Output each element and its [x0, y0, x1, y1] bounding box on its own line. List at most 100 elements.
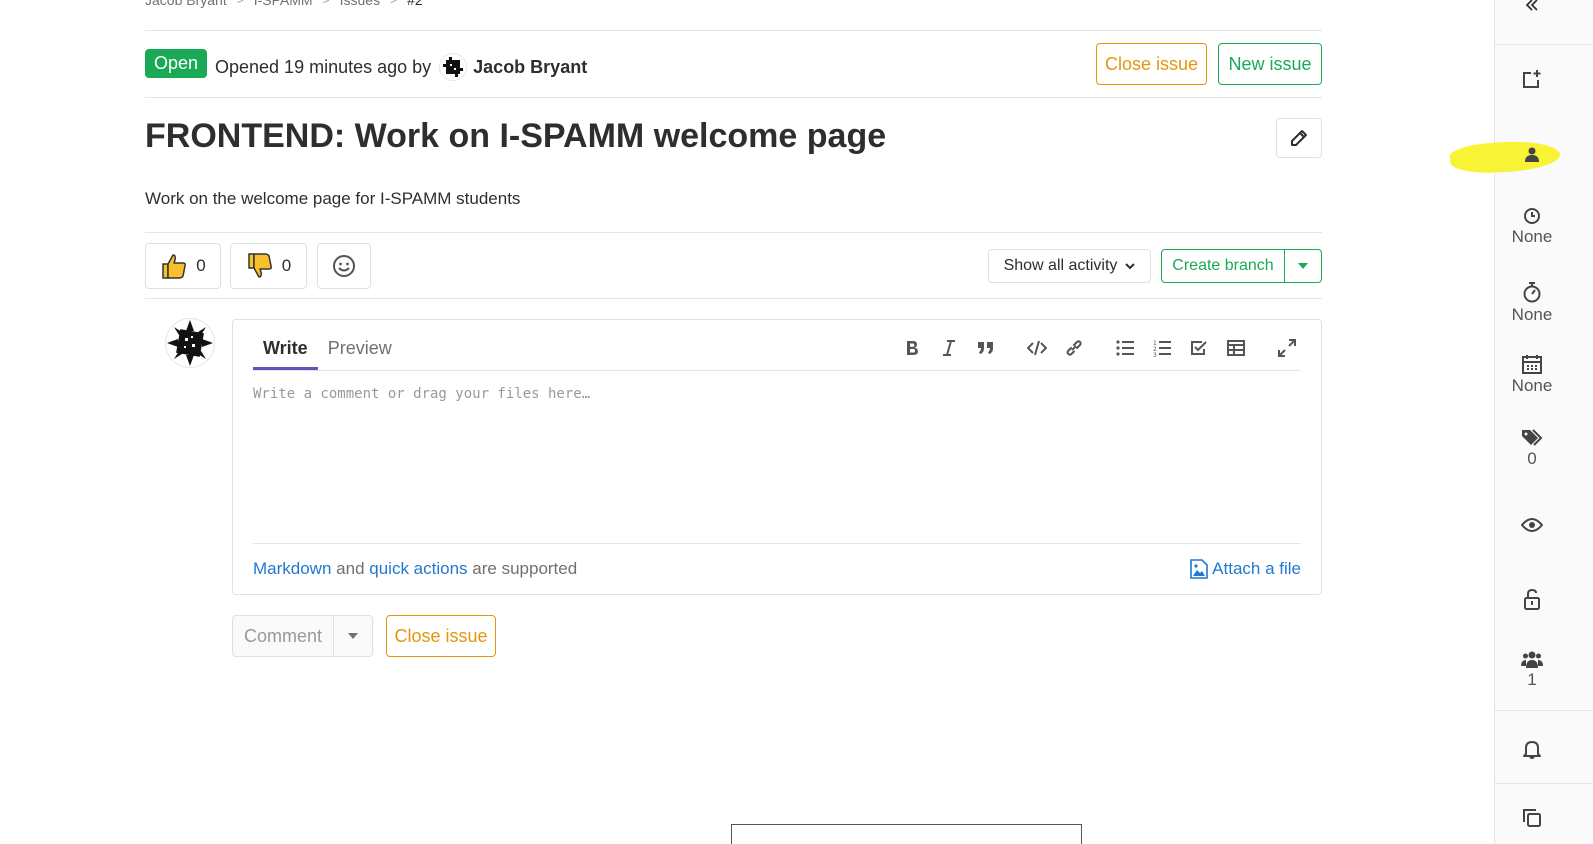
thumbs-down-award[interactable]: 0 — [230, 243, 307, 289]
author-name[interactable]: Jacob Bryant — [473, 57, 587, 78]
fullscreen-icon[interactable] — [1268, 336, 1305, 360]
divider — [1495, 783, 1593, 784]
add-reaction-button[interactable] — [317, 243, 371, 289]
status-badge: Open — [145, 49, 208, 78]
divider — [1495, 44, 1593, 45]
comment-editor: Write Preview 123 Write a comment or dra… — [232, 319, 1322, 595]
divider — [253, 543, 1301, 544]
link-icon[interactable] — [1055, 336, 1092, 360]
attach-file-label: Attach a file — [1212, 559, 1301, 578]
new-issue-button[interactable]: New issue — [1218, 43, 1322, 85]
milestone-item[interactable]: None — [1495, 207, 1569, 247]
eye-icon — [1521, 518, 1543, 532]
thumbs-up-count: 0 — [196, 256, 206, 275]
hint-and: and — [336, 559, 365, 578]
activity-filter-label: Show all activity — [1003, 257, 1118, 274]
chevron-down-icon — [1125, 263, 1136, 270]
divider — [1495, 710, 1593, 711]
comment-button[interactable]: Comment — [233, 616, 334, 656]
table-icon[interactable] — [1217, 336, 1254, 360]
labels-count: 0 — [1527, 449, 1537, 468]
quote-icon[interactable] — [967, 336, 1004, 360]
activity-filter-dropdown[interactable]: Show all activity — [988, 249, 1151, 283]
copy-icon — [1523, 809, 1541, 827]
quick-actions-link[interactable]: quick actions — [369, 559, 467, 578]
code-icon[interactable] — [1018, 336, 1055, 360]
close-issue-button[interactable]: Close issue — [1096, 43, 1207, 85]
breadcrumb-issue-number[interactable]: #2 — [407, 0, 423, 8]
close-issue-bottom-button[interactable]: Close issue — [386, 615, 496, 657]
thumbs-up-icon — [162, 254, 187, 279]
divider — [253, 370, 1301, 371]
breadcrumb: Jacob Bryant > I-SPAMM > Issues > #2 — [145, 0, 423, 8]
italic-icon[interactable] — [930, 336, 967, 360]
bottom-panel-edge — [731, 824, 1082, 844]
thumbs-down-icon — [248, 253, 272, 278]
breadcrumb-issues[interactable]: Issues — [340, 0, 380, 8]
pencil-icon — [1291, 130, 1307, 146]
copy-reference-button[interactable] — [1495, 808, 1569, 828]
numbered-list-icon[interactable]: 123 — [1143, 336, 1180, 360]
markdown-toolbar: 123 — [893, 336, 1305, 360]
milestone-value: None — [1511, 227, 1553, 246]
create-branch-dropdown[interactable] — [1285, 250, 1321, 282]
breadcrumb-project[interactable]: I-SPAMM — [254, 0, 313, 8]
users-icon — [1521, 651, 1543, 668]
divider — [145, 97, 1322, 98]
participants-item[interactable]: 1 — [1495, 650, 1569, 690]
markdown-link[interactable]: Markdown — [253, 559, 331, 578]
bullet-list-icon[interactable] — [1106, 336, 1143, 360]
issue-description: Work on the welcome page for I-SPAMM stu… — [145, 189, 521, 208]
issue-title: FRONTEND: Work on I-SPAMM welcome page — [145, 117, 887, 155]
comment-dropdown[interactable] — [334, 616, 372, 656]
divider — [145, 30, 1322, 31]
comment-split-button[interactable]: Comment — [232, 615, 373, 657]
caret-down-icon — [348, 633, 358, 639]
collapse-sidebar-button[interactable] — [1495, 0, 1569, 12]
edit-title-button[interactable] — [1276, 118, 1322, 158]
labels-item[interactable]: 0 — [1495, 429, 1569, 469]
notifications-toggle[interactable] — [1495, 739, 1569, 759]
current-user-avatar[interactable] — [165, 318, 215, 368]
bell-icon — [1523, 741, 1541, 759]
svg-text:3: 3 — [1153, 352, 1157, 357]
hint-supported: are supported — [472, 559, 578, 578]
breadcrumb-user[interactable]: Jacob Bryant — [145, 0, 227, 8]
divider — [145, 232, 1322, 233]
create-branch-split-button[interactable]: Create branch — [1161, 249, 1322, 283]
tab-preview[interactable]: Preview — [318, 338, 402, 370]
thumbs-up-award[interactable]: 0 — [145, 243, 221, 289]
smiley-icon — [333, 255, 355, 277]
unlock-icon — [1524, 588, 1540, 610]
chevron-right-icon: > — [322, 0, 330, 7]
chevron-right-icon: > — [390, 0, 398, 7]
participants-count: 1 — [1527, 670, 1537, 689]
create-branch-button[interactable]: Create branch — [1162, 250, 1285, 282]
task-list-icon[interactable] — [1180, 336, 1217, 360]
lock-item[interactable] — [1495, 588, 1569, 610]
double-chevron-left-icon — [1525, 0, 1538, 11]
user-icon-overlay — [1525, 147, 1539, 162]
caret-down-icon — [1298, 263, 1308, 269]
tags-icon — [1522, 429, 1543, 446]
editor-tabs: Write Preview — [253, 320, 402, 370]
image-file-icon — [1190, 559, 1208, 579]
comment-textarea[interactable]: Write a comment or drag your files here… — [253, 386, 590, 402]
bold-icon[interactable] — [893, 336, 930, 360]
clock-icon — [1524, 208, 1540, 224]
stopwatch-icon — [1523, 282, 1541, 303]
issue-main: Jacob Bryant > I-SPAMM > Issues > #2 Ope… — [145, 0, 1322, 844]
opened-text: Opened 19 minutes ago by — [215, 56, 432, 77]
confidentiality-item[interactable] — [1495, 517, 1569, 533]
due-date-value: None — [1511, 376, 1553, 395]
tab-write[interactable]: Write — [253, 338, 318, 370]
attach-file-button[interactable]: Attach a file — [1190, 559, 1301, 579]
chevron-right-icon: > — [236, 0, 244, 7]
due-date-item[interactable]: None — [1495, 354, 1569, 396]
todo-button[interactable] — [1495, 69, 1569, 89]
divider — [145, 298, 1322, 299]
issue-meta: Opened 19 minutes ago by Jacob Bryant — [215, 53, 587, 81]
time-tracking-item[interactable]: None — [1495, 281, 1569, 325]
thumbs-down-count: 0 — [281, 256, 292, 275]
author-avatar[interactable] — [439, 53, 468, 81]
